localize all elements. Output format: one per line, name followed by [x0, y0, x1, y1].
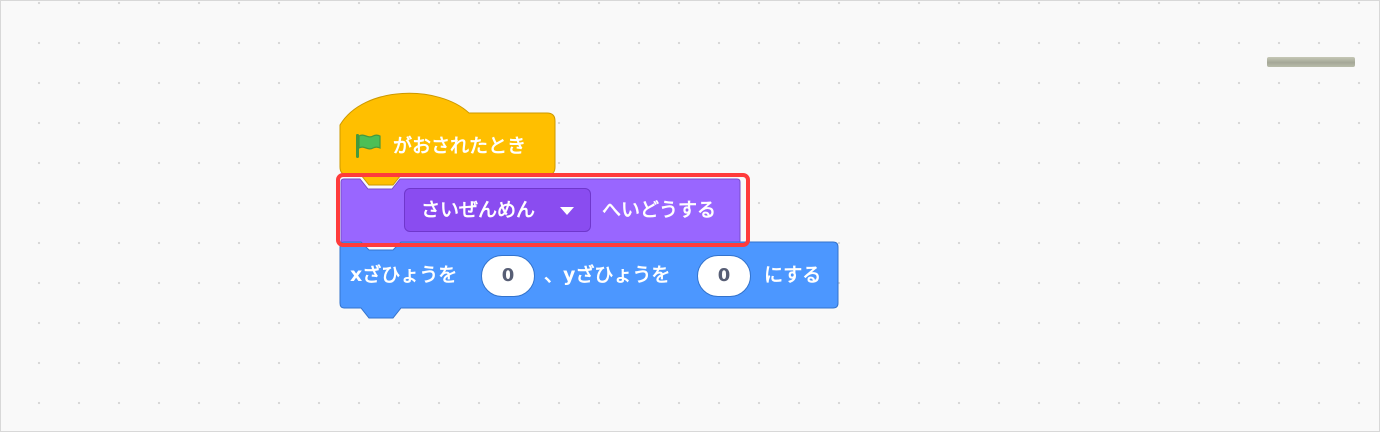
x-position-label: xざひょうを: [350, 264, 458, 286]
when-flag-clicked-label: がおされたとき: [393, 135, 527, 157]
y-position-label: 、yざひょうを: [544, 264, 671, 286]
code-workspace[interactable]: がおされたとき さいぜんめん へいどうする xざひょうを 0 、yざひょうを 0…: [0, 0, 1380, 432]
highlight-box: [336, 173, 750, 247]
workspace-scrollbar[interactable]: [1267, 57, 1355, 67]
y-value-input[interactable]: 0: [697, 255, 751, 297]
set-position-suffix-label: にする: [764, 264, 822, 286]
x-value-input[interactable]: 0: [481, 255, 535, 297]
green-flag-icon: [356, 134, 381, 158]
